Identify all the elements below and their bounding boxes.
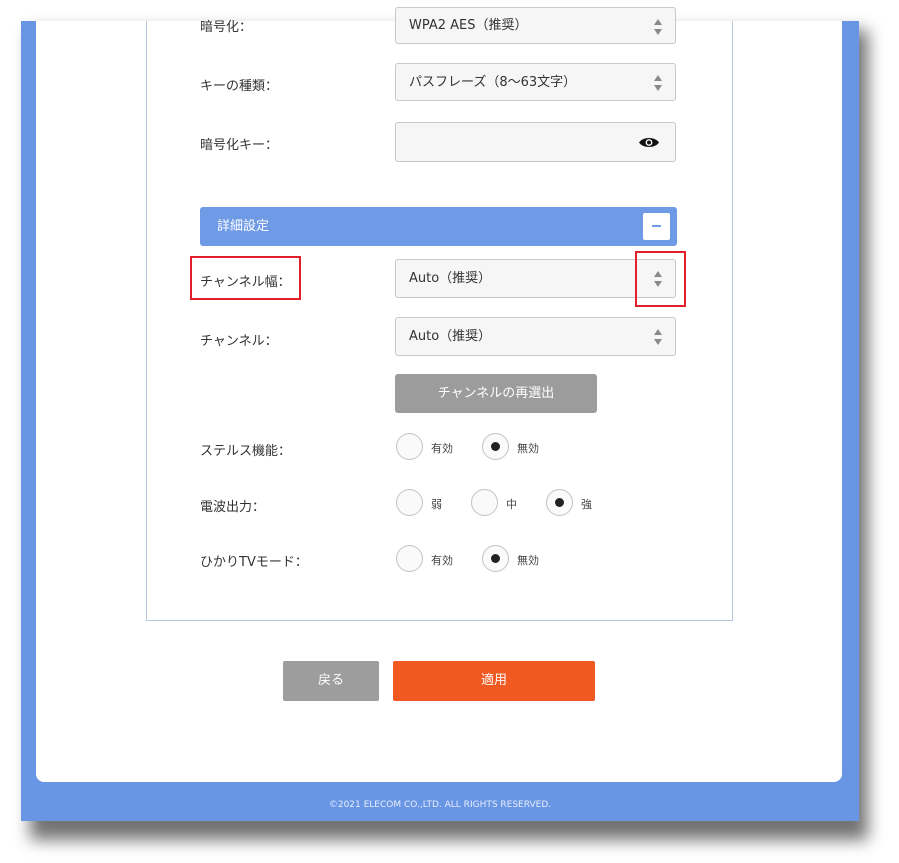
hikari-tv-enable-label: 有効 — [431, 554, 453, 567]
key-type-value: パスフレーズ（8～63文字） — [409, 75, 577, 90]
tx-power-high-radio[interactable] — [546, 489, 573, 516]
eye-icon[interactable] — [638, 136, 660, 149]
encryption-value: WPA2 AES（推奨） — [409, 18, 528, 33]
encryption-select[interactable]: WPA2 AES（推奨） — [395, 7, 676, 44]
tx-power-mid-radio[interactable] — [471, 489, 498, 516]
updown-arrow-icon — [654, 75, 662, 91]
back-button[interactable]: 戻る — [283, 661, 379, 701]
copyright-footer: ©2021 ELECOM CO.,LTD. ALL RIGHTS RESERVE… — [328, 800, 552, 810]
stealth-disable-label: 無効 — [517, 442, 539, 455]
hikari-tv-label: ひかりTVモード： — [200, 555, 308, 570]
key-type-select[interactable]: パスフレーズ（8～63文字） — [395, 63, 676, 101]
channel-width-value: Auto（推奨） — [409, 271, 492, 286]
encryption-label: 暗号化： — [200, 20, 253, 35]
tx-power-high-label: 強 — [581, 498, 592, 511]
highlight-channel-width-arrow — [635, 251, 686, 307]
updown-arrow-icon — [654, 19, 662, 35]
channel-label: チャンネル： — [200, 334, 278, 349]
channel-value: Auto（推奨） — [409, 329, 492, 344]
hikari-tv-enable-radio[interactable] — [396, 545, 423, 572]
encryption-key-input[interactable] — [395, 122, 676, 162]
stealth-enable-radio[interactable] — [396, 433, 423, 460]
stealth-label: ステルス機能： — [200, 444, 292, 459]
apply-button[interactable]: 適用 — [393, 661, 595, 701]
channel-select[interactable]: Auto（推奨） — [395, 317, 676, 356]
stealth-enable-label: 有効 — [431, 442, 453, 455]
channel-width-select[interactable]: Auto（推奨） — [395, 259, 676, 298]
encryption-key-label: 暗号化キー： — [200, 138, 279, 153]
stealth-disable-radio[interactable] — [482, 433, 509, 460]
tx-power-low-radio[interactable] — [396, 489, 423, 516]
updown-arrow-icon — [654, 329, 662, 345]
hikari-tv-disable-label: 無効 — [517, 554, 539, 567]
channel-width-label: チャンネル幅： — [200, 275, 291, 290]
tx-power-label: 電波出力： — [200, 500, 266, 515]
collapse-minus-icon[interactable] — [643, 213, 670, 240]
advanced-settings-title: 詳細設定 — [217, 219, 270, 234]
hikari-tv-disable-radio[interactable] — [482, 545, 509, 572]
tx-power-low-label: 弱 — [431, 498, 442, 511]
advanced-settings-header[interactable]: 詳細設定 — [200, 207, 677, 246]
key-type-label: キーの種類： — [200, 79, 279, 94]
tx-power-mid-label: 中 — [506, 498, 517, 511]
channel-reselect-button[interactable]: チャンネルの再選出 — [395, 374, 597, 413]
